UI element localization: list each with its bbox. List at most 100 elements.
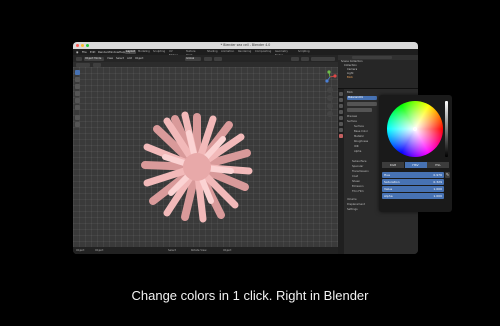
tab-scripting[interactable]: Scripting: [297, 50, 311, 54]
status-bar: Object Object Select Rotate View Object: [73, 247, 338, 254]
editor-type-icon[interactable]: [76, 56, 82, 61]
properties-tabs: [338, 89, 344, 254]
tab-animation[interactable]: Animation: [220, 50, 235, 54]
world-tab-icon[interactable]: [339, 116, 343, 120]
annotate-tool-icon[interactable]: [75, 115, 80, 120]
orientation-dropdown[interactable]: Global: [185, 56, 201, 61]
object-tab-icon[interactable]: [339, 122, 343, 126]
panel-sheen[interactable]: Sheen: [352, 180, 360, 184]
saturation-label: Saturation: [384, 180, 400, 184]
menu-select[interactable]: Select: [116, 55, 124, 62]
navigation-gizmo[interactable]: [323, 70, 337, 84]
panel-displacement[interactable]: Displacement: [347, 203, 365, 207]
tab-compositing[interactable]: Compositing: [254, 50, 272, 54]
render-tab-icon[interactable]: [339, 98, 343, 102]
tool-tab-icon[interactable]: [339, 92, 343, 96]
panel-preview[interactable]: Preview: [347, 115, 357, 119]
outliner[interactable]: Scene Collection Collection Camera Light…: [338, 55, 418, 89]
transform-tool-icon[interactable]: [75, 105, 80, 110]
options-button[interactable]: [93, 62, 101, 67]
panel-subsurface[interactable]: Subsurface: [352, 160, 367, 164]
status-item: Object: [223, 249, 232, 252]
rotate-tool-icon[interactable]: [75, 91, 80, 96]
tab-modeling[interactable]: Modeling: [137, 50, 151, 54]
menu-object[interactable]: Object: [135, 55, 143, 62]
panel-thin-film[interactable]: Thin Film: [352, 190, 364, 194]
scene-tab-icon[interactable]: [339, 110, 343, 114]
measure-tool-icon[interactable]: [75, 122, 80, 127]
perspective-toggle-icon[interactable]: [327, 111, 333, 117]
proportional-edit-icon[interactable]: [214, 56, 222, 61]
promo-caption: Change colors in 1 click. Right in Blend…: [131, 288, 369, 303]
mode-tab-hsl[interactable]: HSL: [427, 162, 449, 168]
color-picker-popup[interactable]: RGB HSV HSL Hue 0.976 ✎ Saturation 0.329…: [379, 95, 452, 212]
cursor-tool-icon[interactable]: [75, 77, 80, 82]
alpha-label: Alpha: [384, 194, 393, 198]
saturation-field[interactable]: Saturation 0.329: [382, 179, 444, 185]
camera-view-icon[interactable]: [327, 103, 333, 109]
roughness-label: Roughness: [354, 140, 369, 143]
mode-tab-hsv[interactable]: HSV: [404, 162, 427, 168]
panel-volume[interactable]: Volume: [347, 198, 357, 202]
tab-geometry-nodes[interactable]: Geometry Nodes: [274, 50, 289, 57]
shading-modes[interactable]: [311, 56, 335, 61]
menu-add[interactable]: Add: [127, 55, 132, 62]
menu-view[interactable]: View: [107, 55, 113, 62]
tab-shading[interactable]: Shading: [206, 50, 219, 54]
tab-uv-editing[interactable]: UV Editing: [168, 50, 179, 57]
material-slot[interactable]: Material.001: [347, 96, 377, 100]
tab-sculpting[interactable]: Sculpting: [152, 50, 166, 54]
status-item: Rotate View: [191, 249, 207, 252]
material-tab-icon[interactable]: [339, 134, 343, 138]
value-value: 1.000: [433, 187, 442, 191]
title-bar: * Blender sea cell - Blender 4.0: [73, 42, 418, 49]
material-slot-empty[interactable]: [347, 102, 377, 106]
mode-dropdown[interactable]: Object Mode: [84, 56, 104, 61]
base-color-label: Base Color: [354, 130, 368, 133]
panel-settings[interactable]: Settings: [347, 208, 358, 212]
select-tool-icon[interactable]: [75, 70, 80, 75]
status-item: Object: [76, 249, 85, 252]
panel-surface[interactable]: Surface: [347, 120, 357, 124]
window-title: * Blender sea cell - Blender 4.0: [220, 43, 271, 47]
blender-window: * Blender sea cell - Blender 4.0 ◉ File …: [73, 42, 418, 254]
alpha-label: Alpha: [354, 150, 362, 153]
tab-texture-paint[interactable]: Texture Paint: [185, 50, 197, 57]
move-tool-icon[interactable]: [75, 84, 80, 89]
modifier-tab-icon[interactable]: [339, 128, 343, 132]
scale-tool-icon[interactable]: [75, 98, 80, 103]
mode-tab-rgb[interactable]: RGB: [382, 162, 404, 168]
value-field[interactable]: Value 1.000: [382, 186, 444, 192]
alpha-field[interactable]: Alpha 1.000: [382, 193, 444, 199]
panel-coat[interactable]: Coat: [352, 175, 358, 179]
color-wheel-cursor[interactable]: [413, 127, 417, 131]
value-label: Value: [384, 187, 393, 191]
panel-emission[interactable]: Emission: [352, 185, 364, 189]
pan-icon[interactable]: [327, 95, 333, 101]
hue-field[interactable]: Hue 0.976: [382, 172, 444, 178]
panel-transmission[interactable]: Transmission: [352, 170, 369, 174]
material-selector[interactable]: [347, 108, 372, 112]
outliner-search-input[interactable]: [352, 56, 392, 59]
transform-tool-button[interactable]: [76, 62, 90, 67]
3d-viewport[interactable]: Object Mode View Select Add Object Globa…: [73, 55, 338, 254]
tab-rendering[interactable]: Rendering: [237, 50, 252, 54]
pink-sea-urchin-object[interactable]: [139, 109, 255, 225]
outliner-row[interactable]: Blob: [347, 76, 353, 80]
hue-value: 0.976: [433, 173, 442, 177]
snap-icon[interactable]: [204, 56, 212, 61]
panel-specular[interactable]: Specular: [352, 165, 363, 169]
zoom-icon[interactable]: [327, 87, 333, 93]
xray-icon[interactable]: [301, 56, 309, 61]
overlay-icon[interactable]: [291, 56, 299, 61]
color-mode-tabs: RGB HSV HSL: [382, 162, 449, 168]
status-item: Select: [168, 249, 177, 252]
eyedropper-icon[interactable]: ✎: [445, 172, 450, 178]
saturation-value: 0.329: [433, 180, 442, 184]
status-item: Object: [95, 249, 104, 252]
alpha-value: 1.000: [433, 194, 442, 198]
hue-label: Hue: [384, 173, 391, 177]
value-slider[interactable]: [445, 101, 448, 157]
output-tab-icon[interactable]: [339, 104, 343, 108]
tab-layout[interactable]: Layout: [125, 50, 136, 54]
